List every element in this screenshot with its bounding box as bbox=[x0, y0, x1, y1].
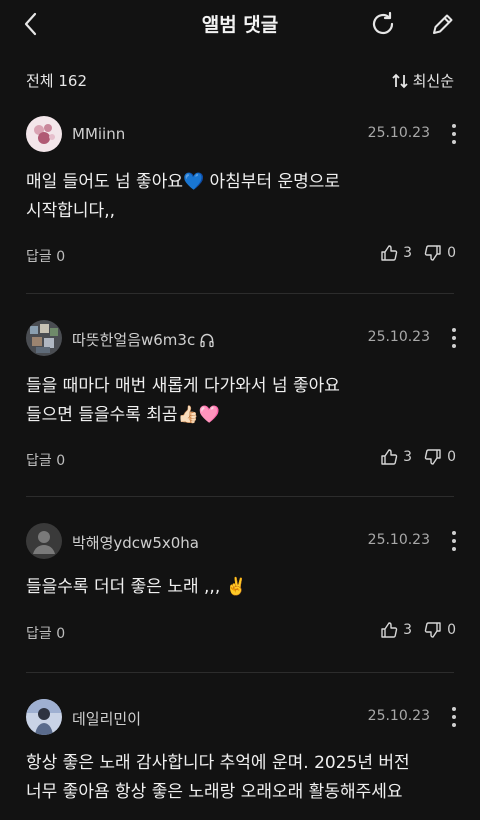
dislike-button[interactable]: 0 bbox=[424, 448, 456, 466]
avatar[interactable] bbox=[26, 699, 62, 735]
comment-text: 들을수록 더더 좋은 노래 ,,, ✌️ bbox=[26, 577, 247, 597]
username[interactable]: 따뜻한얼음w6m3c bbox=[72, 329, 215, 350]
page-title: 앨범 댓글 bbox=[201, 14, 279, 36]
reply-button[interactable]: 답글 0 bbox=[26, 450, 65, 470]
username[interactable]: MMiinn bbox=[72, 125, 125, 143]
thumbs-up-icon bbox=[381, 449, 398, 465]
divider bbox=[26, 293, 454, 294]
more-options-icon[interactable] bbox=[450, 529, 458, 553]
thumbs-up-icon bbox=[381, 245, 398, 261]
headphones-icon bbox=[200, 333, 214, 347]
dislike-button[interactable]: 0 bbox=[424, 621, 456, 639]
comment-date: 25.10.23 bbox=[367, 708, 430, 724]
dislike-button[interactable]: 0 bbox=[424, 244, 456, 262]
comment-text: 매일 들어도 넘 좋아요💙 아침부터 운명으로 시작합니다,, bbox=[26, 172, 341, 221]
like-button[interactable]: 3 bbox=[380, 448, 412, 466]
comment-date: 25.10.23 bbox=[367, 532, 430, 548]
divider bbox=[26, 496, 454, 497]
like-button[interactable]: 3 bbox=[380, 621, 412, 639]
more-options-icon[interactable] bbox=[450, 326, 458, 350]
comment-date: 25.10.23 bbox=[367, 125, 430, 141]
comment-summary-row: 전체 162 최신순 bbox=[0, 66, 480, 96]
reply-button[interactable]: 답글 0 bbox=[26, 246, 65, 266]
top-bar: 앨범 댓글 bbox=[0, 0, 480, 48]
divider bbox=[26, 672, 454, 673]
more-options-icon[interactable] bbox=[450, 122, 458, 146]
comment-date: 25.10.23 bbox=[367, 329, 430, 345]
sort-label: 최신순 bbox=[412, 72, 454, 90]
sort-button[interactable]: 최신순 bbox=[391, 70, 454, 91]
avatar[interactable] bbox=[26, 116, 62, 152]
reply-button[interactable]: 답글 0 bbox=[26, 623, 65, 643]
avatar[interactable] bbox=[26, 320, 62, 356]
sort-arrows-icon bbox=[391, 73, 408, 88]
comment-text: 들을 때마다 매번 새롭게 다가와서 넘 좋아요 들으면 들을수록 최곰👍🏻🩷 bbox=[26, 376, 340, 425]
thumbs-down-icon bbox=[424, 245, 441, 261]
avatar[interactable] bbox=[26, 523, 62, 559]
refresh-icon[interactable] bbox=[368, 9, 398, 39]
username[interactable]: 데일리민이 bbox=[72, 708, 141, 729]
thumbs-up-icon bbox=[381, 622, 398, 638]
username[interactable]: 박해영ydcw5x0ha bbox=[72, 532, 199, 553]
total-count: 전체 162 bbox=[26, 72, 87, 90]
thumbs-down-icon bbox=[424, 622, 441, 638]
more-options-icon[interactable] bbox=[450, 705, 458, 729]
thumbs-down-icon bbox=[424, 449, 441, 465]
edit-pencil-icon[interactable] bbox=[428, 9, 458, 39]
like-button[interactable]: 3 bbox=[380, 244, 412, 262]
comment-text: 항상 좋은 노래 감사합니다 추억에 운며. 2025년 버전 너무 좋아욤 항… bbox=[26, 753, 410, 802]
